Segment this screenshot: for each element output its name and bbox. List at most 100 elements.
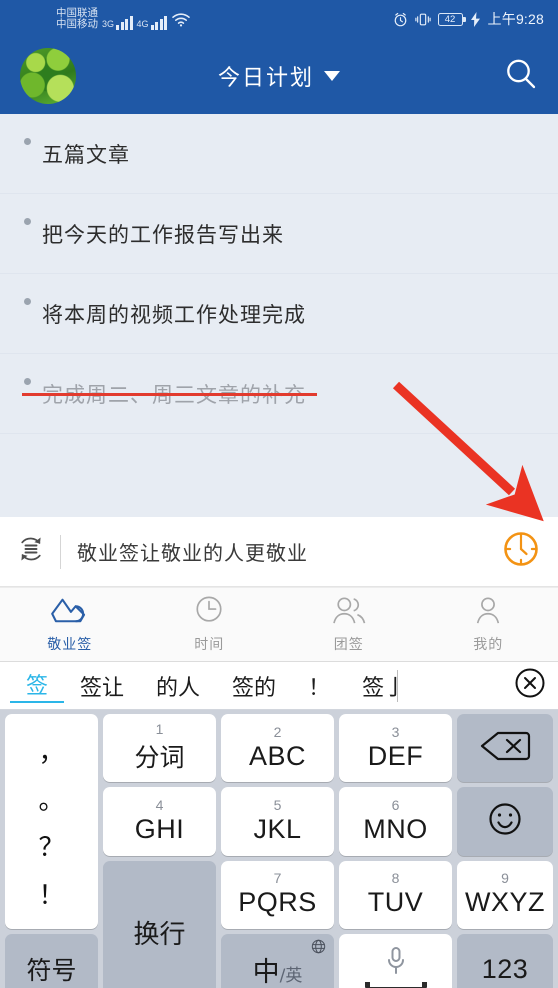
key-3[interactable]: 3 DEF: [339, 714, 452, 783]
signal-bars-one-icon: [116, 15, 133, 31]
key-label: 中 /英: [253, 950, 303, 988]
note-input-text[interactable]: 敬业签让敬业的人更敬业: [77, 537, 502, 566]
punctuation-comma[interactable]: ，: [38, 739, 64, 765]
backspace-icon: [479, 729, 531, 768]
candidate-item[interactable]: ！: [292, 670, 346, 702]
tab-label: 敬业签: [47, 637, 93, 653]
key-label: 换行: [133, 919, 186, 950]
tab-mine[interactable]: 我的: [419, 588, 558, 661]
candidate-item[interactable]: 签亅: [346, 669, 399, 702]
key-punctuation[interactable]: ， 。 ？ ！: [5, 714, 98, 929]
key-label: 123: [481, 953, 529, 984]
note-item-completed[interactable]: 完成周二、周三文章的补充: [0, 354, 558, 434]
key-label: ABC: [248, 740, 307, 771]
close-circle-icon[interactable]: [514, 667, 546, 704]
network-type-two: 4G: [136, 19, 149, 30]
avatar[interactable]: [20, 48, 76, 104]
reminder-clock-icon[interactable]: [502, 530, 540, 573]
clock-icon: [192, 595, 226, 630]
signal-bars-two-icon: [150, 15, 168, 31]
sync-list-icon[interactable]: [14, 532, 48, 571]
key-number: 2: [273, 723, 282, 740]
microphone-icon: [385, 946, 407, 983]
tab-team[interactable]: 团签: [279, 588, 419, 661]
globe-icon: [311, 939, 326, 959]
bullet-icon: [24, 138, 31, 145]
lang-secondary-label: /英: [279, 965, 303, 986]
search-icon[interactable]: [504, 57, 538, 96]
key-enter[interactable]: 换行: [103, 860, 216, 988]
tab-time[interactable]: 时间: [140, 588, 280, 661]
key-1[interactable]: 1 分词: [103, 714, 216, 783]
key-number: 8: [391, 870, 400, 887]
status-bar-right: 42 上午9:28: [393, 9, 544, 29]
key-label: TUV: [367, 887, 424, 918]
key-label: 分词: [134, 743, 185, 773]
tab-jingyeqian[interactable]: 敬业签: [0, 588, 140, 661]
tab-label: 时间: [194, 637, 225, 653]
key-7[interactable]: 7 PQRS: [221, 860, 334, 929]
candidate-item[interactable]: 签: [10, 668, 65, 703]
key-symbols[interactable]: 符号: [5, 934, 98, 988]
key-number: 7: [273, 870, 282, 887]
ime-candidate-bar: 签 签让 的人 签的 ！ 签亅: [0, 662, 558, 710]
page-title: 今日计划: [0, 60, 558, 92]
key-number: 6: [391, 796, 400, 813]
person-icon: [471, 595, 505, 630]
carrier-names: 中国联通 中国移动: [56, 7, 98, 31]
key-5[interactable]: 5 JKL: [221, 787, 334, 856]
key-number: 9: [501, 870, 509, 887]
punctuation-exclaim[interactable]: ！: [38, 882, 64, 908]
bullet-icon: [24, 218, 31, 225]
network-type-one: 3G: [102, 19, 115, 30]
note-logo-icon: [49, 595, 91, 630]
note-item[interactable]: 把今天的工作报告写出来: [0, 194, 558, 274]
signal-one: 3G: [102, 15, 133, 31]
candidate-item[interactable]: 签让: [64, 670, 140, 702]
key-label: GHI: [134, 813, 185, 844]
wifi-icon: [171, 12, 191, 30]
key-number: 4: [155, 796, 164, 813]
candidate-item[interactable]: 的人: [140, 670, 216, 702]
punctuation-question[interactable]: ？: [38, 834, 64, 860]
key-backspace[interactable]: [457, 714, 553, 783]
note-item[interactable]: 五篇文章: [0, 114, 558, 194]
key-8[interactable]: 8 TUV: [339, 860, 452, 929]
key-label: MNO: [363, 813, 428, 844]
key-6[interactable]: 6 MNO: [339, 787, 452, 856]
alarm-icon: [393, 12, 408, 27]
tab-label: 我的: [473, 637, 504, 653]
key-number: 5: [273, 796, 282, 813]
signal-two: 4G: [136, 15, 168, 31]
note-text: 将本周的视频工作处理完成: [42, 302, 306, 327]
status-bar: 中国联通 中国移动 3G 4G 42 上午9:28: [0, 0, 558, 38]
punctuation-period[interactable]: 。: [38, 787, 64, 813]
candidate-item[interactable]: 签的: [216, 670, 292, 702]
key-4[interactable]: 4 GHI: [103, 787, 216, 856]
status-time-label: 上午9:28: [487, 11, 544, 27]
key-label: WXYZ: [465, 887, 545, 918]
team-icon: [329, 595, 369, 630]
note-text: 把今天的工作报告写出来: [42, 222, 284, 247]
lang-primary-label: 中: [252, 956, 280, 988]
app-header: 今日计划: [0, 38, 558, 114]
page-title-label[interactable]: 今日计划: [218, 60, 314, 92]
bottom-tab-bar: 敬业签 时间 团签 我的: [0, 587, 558, 662]
key-label: 符号: [26, 956, 77, 985]
key-label: JKL: [253, 813, 302, 844]
status-bar-left: 中国联通 中国移动 3G 4G: [56, 7, 191, 31]
chevron-down-icon[interactable]: [324, 71, 340, 81]
battery-level-label: 42: [444, 13, 456, 25]
note-item[interactable]: 将本周的视频工作处理完成: [0, 274, 558, 354]
key-numeric[interactable]: 123: [457, 934, 553, 988]
battery-icon: 42: [437, 12, 466, 26]
key-9[interactable]: 9 WXYZ: [457, 860, 553, 929]
note-list: 五篇文章 把今天的工作报告写出来 将本周的视频工作处理完成 完成周二、周三文章的…: [0, 114, 558, 517]
divider: [60, 534, 61, 569]
key-space[interactable]: [339, 934, 452, 988]
key-label: DEF: [367, 740, 424, 771]
key-language-toggle[interactable]: 中 /英: [221, 934, 334, 988]
bullet-icon: [24, 298, 31, 305]
key-emoji[interactable]: [457, 787, 553, 856]
key-2[interactable]: 2 ABC: [221, 714, 334, 783]
